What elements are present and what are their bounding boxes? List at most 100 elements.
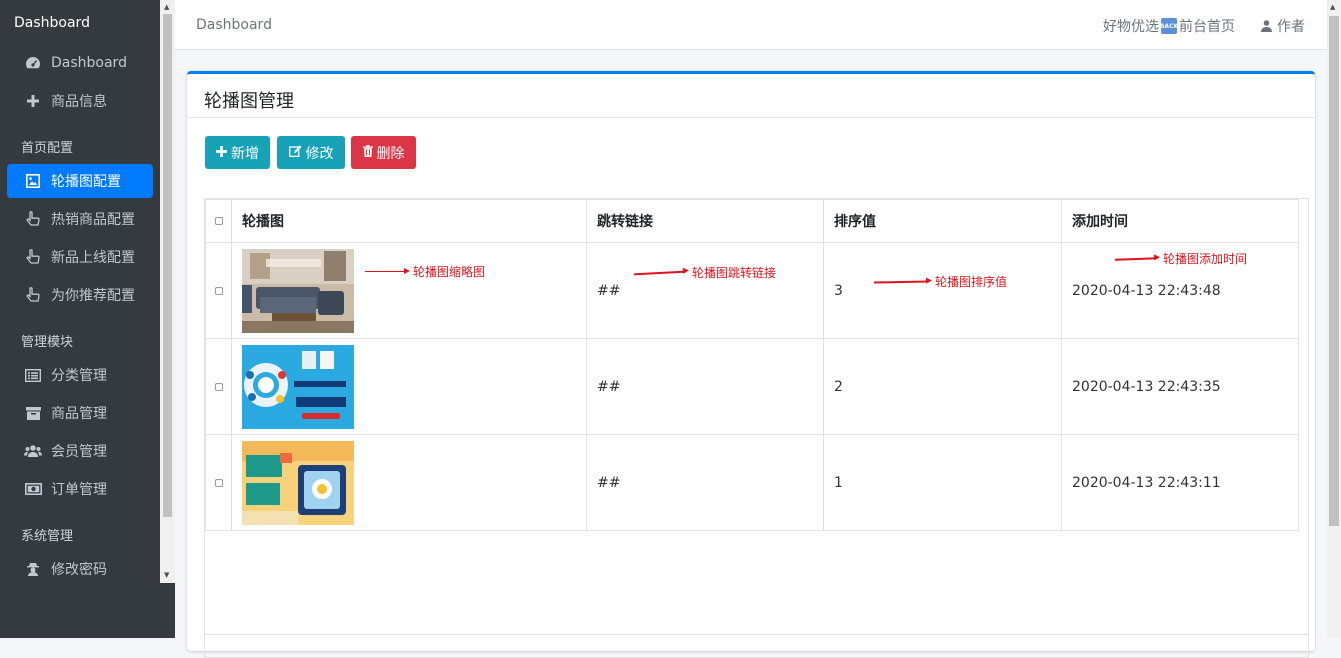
- arrow-icon: [633, 270, 687, 275]
- sidebar-scrollbar[interactable]: ▲ ▼: [160, 0, 175, 583]
- top-navbar: Dashboard 好物优选 BACK 前台首页 作者: [175, 0, 1327, 50]
- nav-header-home-config: 首页配置: [21, 141, 74, 156]
- carousel-thumbnail-unboxing[interactable]: [242, 440, 354, 525]
- sidebar-item-label: 为你推荐配置: [51, 288, 135, 304]
- sidebar-item-recommend[interactable]: 为你推荐配置: [7, 278, 153, 312]
- sidebar-item-change-password[interactable]: 修改密码: [7, 552, 153, 583]
- table-row[interactable]: ## 2 2020-04-13 22:43:35: [205, 338, 1299, 435]
- grid-footer-divider: [205, 634, 1308, 635]
- column-header-rank[interactable]: 排序值: [823, 199, 1062, 243]
- sidebar-item-label: 热销商品配置: [51, 212, 135, 228]
- sidebar-item-goods[interactable]: 商品管理: [7, 396, 153, 430]
- sidebar-menu: Dashboard Dashboard 商品信息 首页配置 轮播图配置 热销商品…: [0, 0, 160, 583]
- back-icon: BACK: [1160, 18, 1178, 34]
- rank-cell: 1: [823, 434, 1062, 531]
- sidebar-item-label: 轮播图配置: [51, 174, 121, 190]
- link-cell: ##: [586, 242, 824, 339]
- scroll-up-arrow-icon[interactable]: ▲: [1330, 3, 1335, 11]
- column-header-image[interactable]: 轮播图: [231, 199, 587, 243]
- carousel-thumbnail-sofa[interactable]: [242, 248, 354, 333]
- home-link-label: 前台首页: [1179, 19, 1235, 35]
- trash-icon: [362, 144, 373, 161]
- link-cell: ##: [586, 434, 824, 531]
- carousel-card: 轮播图管理 新增 修改 删除 轮播图 跳转链接 排序值 添加时间 ## 3 20…: [187, 71, 1315, 658]
- sidebar: Dashboard Dashboard 商品信息 首页配置 轮播图配置 热销商品…: [0, 0, 175, 638]
- arrow-icon: [365, 268, 410, 273]
- sidebar-item-category[interactable]: 分类管理: [7, 358, 153, 392]
- carousel-image-cell: [231, 338, 587, 435]
- plus-icon: [216, 145, 227, 161]
- sidebar-item-label: 分类管理: [51, 368, 107, 384]
- link-cell: ##: [586, 338, 824, 435]
- row-checkbox[interactable]: [215, 286, 223, 295]
- user-secret-icon: [23, 562, 43, 576]
- sidebar-item-orders[interactable]: 订单管理: [7, 472, 153, 506]
- sidebar-item-label: Dashboard: [51, 55, 127, 71]
- brand-link[interactable]: Dashboard: [0, 0, 160, 46]
- carousel-thumbnail-doraemon[interactable]: [242, 344, 354, 429]
- delete-button-label: 删除: [376, 145, 405, 162]
- row-checkbox[interactable]: [215, 478, 223, 487]
- list-alt-icon: [23, 368, 43, 382]
- sidebar-item-dashboard[interactable]: Dashboard: [7, 46, 153, 80]
- mall-link-label: 好物优选: [1103, 19, 1159, 35]
- table-header-row: 轮播图 跳转链接 排序值 添加时间: [205, 199, 1299, 243]
- page-scrollbar[interactable]: ▲: [1327, 0, 1341, 638]
- hand-pointer-icon: [23, 287, 43, 303]
- row-checkbox[interactable]: [215, 382, 223, 391]
- sidebar-item-label: 商品管理: [51, 406, 107, 422]
- annotation-time: 轮播图添加时间: [1114, 250, 1247, 267]
- edit-button-label: 修改: [305, 145, 334, 162]
- sidebar-item-carousel-config[interactable]: 轮播图配置: [7, 164, 153, 198]
- column-header-time[interactable]: 添加时间: [1061, 199, 1299, 243]
- breadcrumb[interactable]: Dashboard: [196, 17, 272, 33]
- hand-pointer-icon: [23, 249, 43, 265]
- user-name: 作者: [1277, 19, 1305, 35]
- sidebar-item-new-goods[interactable]: 新品上线配置: [7, 240, 153, 274]
- user-icon: [1261, 20, 1272, 32]
- carousel-table: 轮播图 跳转链接 排序值 添加时间 ## 3 2020-04-13 22:43:…: [205, 199, 1299, 531]
- plus-icon: [23, 95, 43, 107]
- rank-cell: 2: [823, 338, 1062, 435]
- add-button[interactable]: 新增: [205, 136, 270, 169]
- row-select-cell: [205, 338, 232, 435]
- select-all-checkbox[interactable]: [215, 217, 223, 225]
- sidebar-item-label: 修改密码: [51, 562, 107, 578]
- select-all-cell: [205, 199, 232, 243]
- sidebar-item-label: 会员管理: [51, 444, 107, 460]
- rank-cell: 3: [823, 242, 1062, 339]
- sidebar-item-members[interactable]: 会员管理: [7, 434, 153, 468]
- add-button-label: 新增: [231, 145, 259, 162]
- annotation-rank: 轮播图排序值: [873, 273, 1007, 290]
- time-cell: 2020-04-13 22:43:35: [1061, 338, 1299, 435]
- hand-pointer-icon: [23, 211, 43, 227]
- navbar-right: 好物优选 BACK 前台首页 作者: [1103, 16, 1305, 36]
- sidebar-scroll-thumb[interactable]: [163, 14, 172, 517]
- page-scroll-thumb[interactable]: [1329, 16, 1339, 526]
- scroll-down-arrow-icon[interactable]: ▼: [164, 571, 169, 579]
- table-row[interactable]: ## 1 2020-04-13 22:43:11: [205, 434, 1299, 531]
- nav-header-management: 管理模块: [21, 335, 74, 350]
- edit-button[interactable]: 修改: [277, 136, 345, 169]
- card-header-divider: [187, 117, 1315, 118]
- mall-link[interactable]: 好物优选 BACK 前台首页: [1103, 16, 1235, 36]
- tachometer-icon: [23, 56, 43, 70]
- carousel-image-cell: [231, 242, 587, 339]
- column-header-link[interactable]: 跳转链接: [586, 199, 824, 243]
- delete-button[interactable]: 删除: [351, 136, 416, 169]
- scroll-up-arrow-icon[interactable]: ▲: [164, 3, 169, 11]
- sidebar-item-hot-goods[interactable]: 热销商品配置: [7, 202, 153, 236]
- sidebar-item-product-info[interactable]: 商品信息: [7, 84, 153, 118]
- image-icon: [23, 174, 43, 188]
- annotation-thumb: 轮播图缩略图: [365, 263, 485, 280]
- card-title: 轮播图管理: [204, 91, 294, 112]
- users-icon: [23, 444, 43, 458]
- nav-header-system: 系统管理: [21, 529, 74, 544]
- sidebar-item-label: 新品上线配置: [51, 250, 135, 266]
- sidebar-item-label: 订单管理: [51, 482, 107, 498]
- edit-icon: [288, 145, 302, 161]
- annotation-thumb-label: 轮播图缩略图: [413, 265, 486, 279]
- archive-icon: [23, 406, 43, 420]
- arrow-icon: [1114, 257, 1158, 260]
- user-menu[interactable]: 作者: [1261, 16, 1305, 36]
